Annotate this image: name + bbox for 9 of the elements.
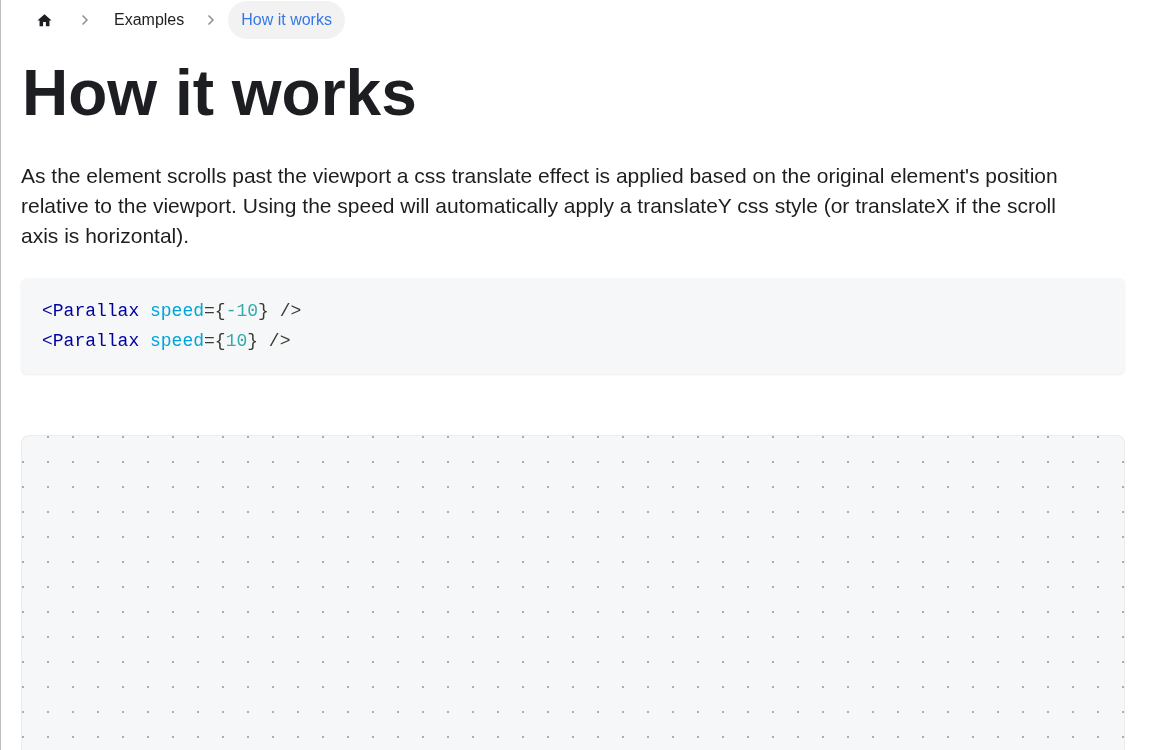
code-line: <Parallax speed={10} /> <box>42 330 291 353</box>
page-heading: How it works <box>22 56 418 131</box>
code-line: <Parallax speed={-10} /> <box>42 300 302 323</box>
description-paragraph: As the element scrolls past the viewport a css translate effect is applied based on the original element's position relative to the viewport. Using the speed will automatically apply a translateY css style (or translateX if the scroll axis is horizontal). <box>21 163 1059 249</box>
chevron-right-icon <box>81 14 89 26</box>
home-icon[interactable] <box>36 11 53 29</box>
breadcrumb-link[interactable]: Examples <box>101 1 198 39</box>
chevron-right-icon <box>207 14 216 26</box>
breadcrumb-link[interactable]: How it works <box>228 1 345 39</box>
